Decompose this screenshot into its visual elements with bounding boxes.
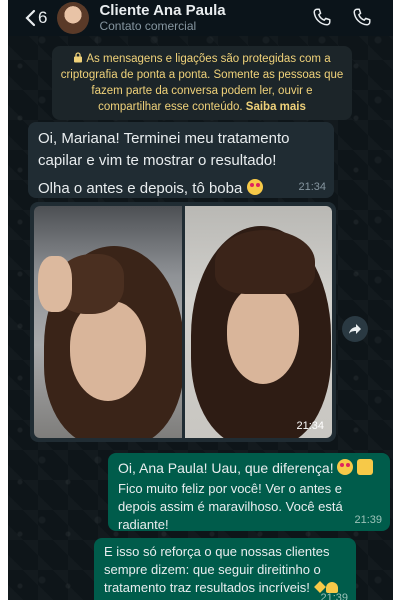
contact-name: Cliente Ana Paula [99, 2, 226, 20]
message-bubble-outgoing[interactable]: Oi, Ana Paula! Uau, que diferença! Fico … [108, 453, 390, 532]
phone-icon[interactable] [311, 6, 333, 28]
contact-subtitle: Contato comercial [99, 18, 197, 33]
forward-icon [349, 324, 361, 334]
heart-eyes-emoji-icon [337, 459, 354, 475]
video-call-icon[interactable] [351, 6, 373, 28]
message-text: Oi, Mariana! Terminei meu tratamento cap… [38, 130, 290, 169]
message-bubble-incoming[interactable]: Oi, Mariana! Terminei meu tratamento cap… [28, 122, 334, 198]
message-text: Fico muito feliz por você! Ver o antes e… [118, 481, 343, 532]
message-bubble-outgoing[interactable]: E isso só reforça o que nossas clientes … [94, 538, 356, 600]
after-photo[interactable] [184, 206, 332, 438]
lock-icon [74, 52, 83, 63]
message-text: Oi, Ana Paula! Uau, que diferença! [118, 460, 334, 476]
contact-info[interactable]: Cliente Ana Paula Contato comercial [99, 2, 225, 33]
message-text: E isso só reforça o que nossas clientes … [104, 544, 330, 595]
chevron-left-icon [25, 9, 36, 27]
avatar[interactable] [57, 2, 90, 34]
message-time: 21:39 [320, 592, 348, 600]
unread-count: 6 [38, 8, 48, 27]
message-time: 21:34 [296, 420, 324, 432]
chat-screen: 6 Cliente Ana Paula Contato comercial As… [8, 0, 393, 600]
clapping-hands-emoji-icon [357, 459, 374, 475]
chat-header: 6 Cliente Ana Paula Contato comercial [8, 0, 393, 36]
message-text: Olha o antes e depois, tô boba [38, 180, 243, 197]
heart-eyes-emoji-icon [246, 179, 263, 195]
image-message[interactable]: 21:34 [30, 202, 336, 442]
encryption-notice[interactable]: As mensagens e ligações são protegidas c… [52, 46, 352, 120]
before-photo[interactable] [34, 206, 182, 438]
back-button[interactable]: 6 [24, 8, 47, 28]
message-time: 21:34 [298, 181, 326, 193]
forward-button[interactable] [342, 316, 368, 342]
learn-more-link[interactable]: Saiba mais [246, 101, 306, 113]
message-time: 21:39 [354, 514, 382, 526]
